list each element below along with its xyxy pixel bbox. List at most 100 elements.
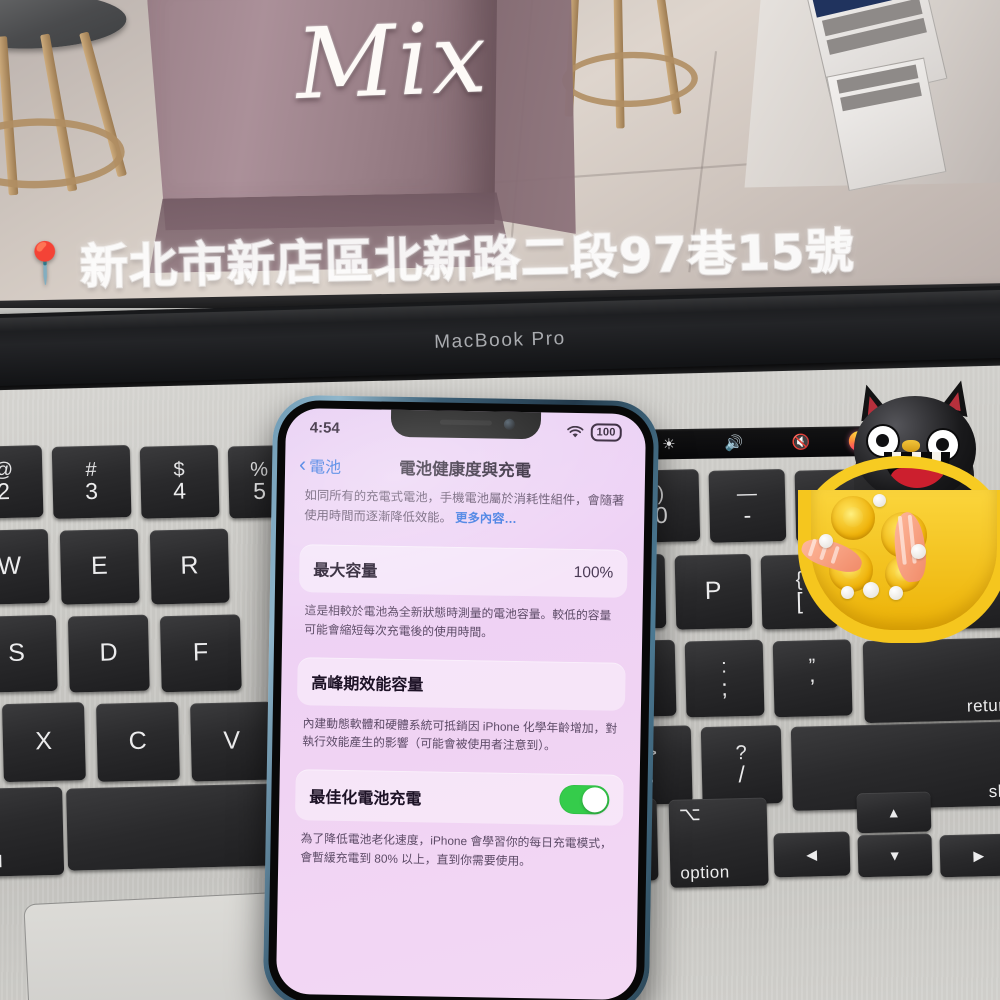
navigation-bar: ‹ 電池 電池健康度與充電 [285,450,645,486]
key-5-upper: % [249,458,269,482]
key-r-label: R [180,551,200,581]
optimized-charging-title: 最佳化電池充電 [309,789,422,809]
key-option-label: option [680,862,730,883]
key-arrow-right[interactable]: ▶ [939,833,1000,878]
key-return[interactable]: return [862,637,1000,724]
key-2-upper: @ [0,458,14,482]
optimized-charging-card[interactable]: 最佳化電池充電 [294,769,624,827]
key-slash-lower: / [738,761,746,788]
wifi-icon [566,425,584,437]
key-e-label: E [90,551,109,581]
maximum-capacity-desc: 這是相較於電池為全新狀態時測量的電池容量。較低的容量可能會縮短每次充電後的使用時… [304,603,612,640]
battery-indicator: 100 [590,423,622,442]
key-slash-upper: ? [735,742,748,765]
key-quote-lower: ’ [809,674,816,701]
front-camera-icon [503,418,515,430]
key-command-left[interactable]: ⌘ ommand [0,786,65,879]
bar-stool [551,0,714,159]
key-semicolon[interactable]: : ; [684,639,765,718]
peak-performance-card[interactable]: 高峰期效能容量 [296,656,626,711]
round-pushpin-icon: 📍 [19,241,71,287]
clay-basket [798,490,1000,643]
clay-pearl [873,494,886,507]
clay-pearl [889,586,903,600]
key-e[interactable]: E [59,528,140,605]
clay-pearl [819,534,833,548]
external-monitor-photo: Mix 📍 新北市新店區北新路二段97巷15號 [0,0,1000,308]
key-w[interactable]: W [0,528,50,605]
clay-pearl [841,586,854,599]
status-time: 4:54 [309,418,340,437]
settings-content: 如同所有的充電式電池，手機電池屬於消耗性組件，會隨著使用時間而逐漸降低效能。 更… [278,482,645,873]
earpiece-speaker [439,419,492,426]
chevron-left-icon: ‹ [298,452,307,476]
key-arrow-left-label: ◀ [806,846,818,863]
maximum-capacity-card[interactable]: 最大容量 100% [298,543,628,598]
key-f-label: F [192,638,210,667]
key-shift-label: shift [988,780,1000,801]
key-4-upper: $ [173,458,186,481]
optimized-charging-desc: 為了降低電池老化速度，iPhone 會學習你的每日充電模式，會暫緩充電到 80%… [300,831,613,869]
key-quote[interactable]: ” ’ [772,639,853,718]
intro-paragraph: 如同所有的充電式電池，手機電池屬於消耗性組件，會隨著使用時間而逐漸降低效能。 更… [300,482,629,532]
key-d-label: D [99,638,119,668]
key-s-label: S [7,638,26,668]
bar-stool [602,0,731,16]
bar-stool [0,0,151,207]
key-3-lower: 3 [84,478,99,505]
key-v[interactable]: V [190,701,274,782]
key-minus[interactable]: — - [708,468,787,543]
key-2-lower: 2 [0,478,11,505]
key-s[interactable]: S [0,614,58,693]
photo-scene: Mix 📍 新北市新店區北新路二段97巷15號 MacBook Pro ‹ ☀ … [0,0,1000,1000]
key-3-upper: # [85,458,98,482]
key-return-label: return [966,695,1000,716]
key-semicolon-upper: : [721,655,728,678]
maximum-capacity-value: 100% [573,563,614,582]
key-r[interactable]: R [149,528,230,605]
key-4[interactable]: $ 4 [139,444,220,519]
key-option-right[interactable]: ⌥ option [668,797,769,888]
address-text: 新北市新店區北新路二段97巷15號 [78,223,856,297]
peak-performance-desc: 內建動態軟體和硬體系統可抵銷因 iPhone 化學年齡增加，對執行效能產生的影響… [302,715,618,754]
clay-pearl [863,582,879,598]
key-c-label: C [128,726,148,756]
back-button-label: 電池 [308,459,342,477]
key-arrow-down-label: ▼ [887,847,903,864]
volume-up-icon[interactable]: 🔊 [700,434,768,453]
option-icon: ⌥ [678,804,702,826]
key-c[interactable]: C [96,701,180,782]
key-4-lower: 4 [172,478,187,505]
key-p-label: P [704,576,723,606]
key-slash[interactable]: ? / [700,725,783,806]
key-arrow-up-label: ▲ [886,804,902,821]
toggle-knob [582,787,608,813]
cat-nose-icon [902,440,920,452]
back-button[interactable]: ‹ 電池 [299,453,341,478]
key-arrow-down[interactable]: ▼ [857,833,933,878]
iphone-device: 4:54 100 ‹ 電池 電池健康度與充電 如同所有的充電式電池，手機電池屬於… [262,394,660,1000]
key-d[interactable]: D [67,614,150,693]
key-minus-upper: — [736,482,758,506]
key-0-upper: ) [657,482,665,506]
key-v-label: V [223,726,241,756]
key-2[interactable]: @ 2 [0,445,44,520]
key-w-label: W [0,551,23,581]
iphone-notch [390,407,542,440]
key-x[interactable]: X [2,702,86,783]
iphone-screen[interactable]: 4:54 100 ‹ 電池 電池健康度與充電 如同所有的充電式電池，手機電池屬於… [275,407,647,1000]
key-f[interactable]: F [159,614,242,693]
optimized-charging-toggle[interactable] [559,785,610,815]
key-arrow-left[interactable]: ◀ [773,831,851,878]
key-quote-upper: ” [808,655,817,678]
key-5-lower: 5 [252,478,267,505]
key-3[interactable]: # 3 [51,444,132,519]
key-command-label: ommand [0,851,4,873]
clay-cat-figurine [792,378,1000,648]
maximum-capacity-title: 最大容量 [313,562,378,581]
more-info-link[interactable]: 更多內容… [455,511,517,526]
key-arrow-up[interactable]: ▲ [856,791,932,834]
key-p[interactable]: P [674,553,753,630]
key-minus-lower: - [743,502,753,529]
clay-pearl [911,544,926,559]
